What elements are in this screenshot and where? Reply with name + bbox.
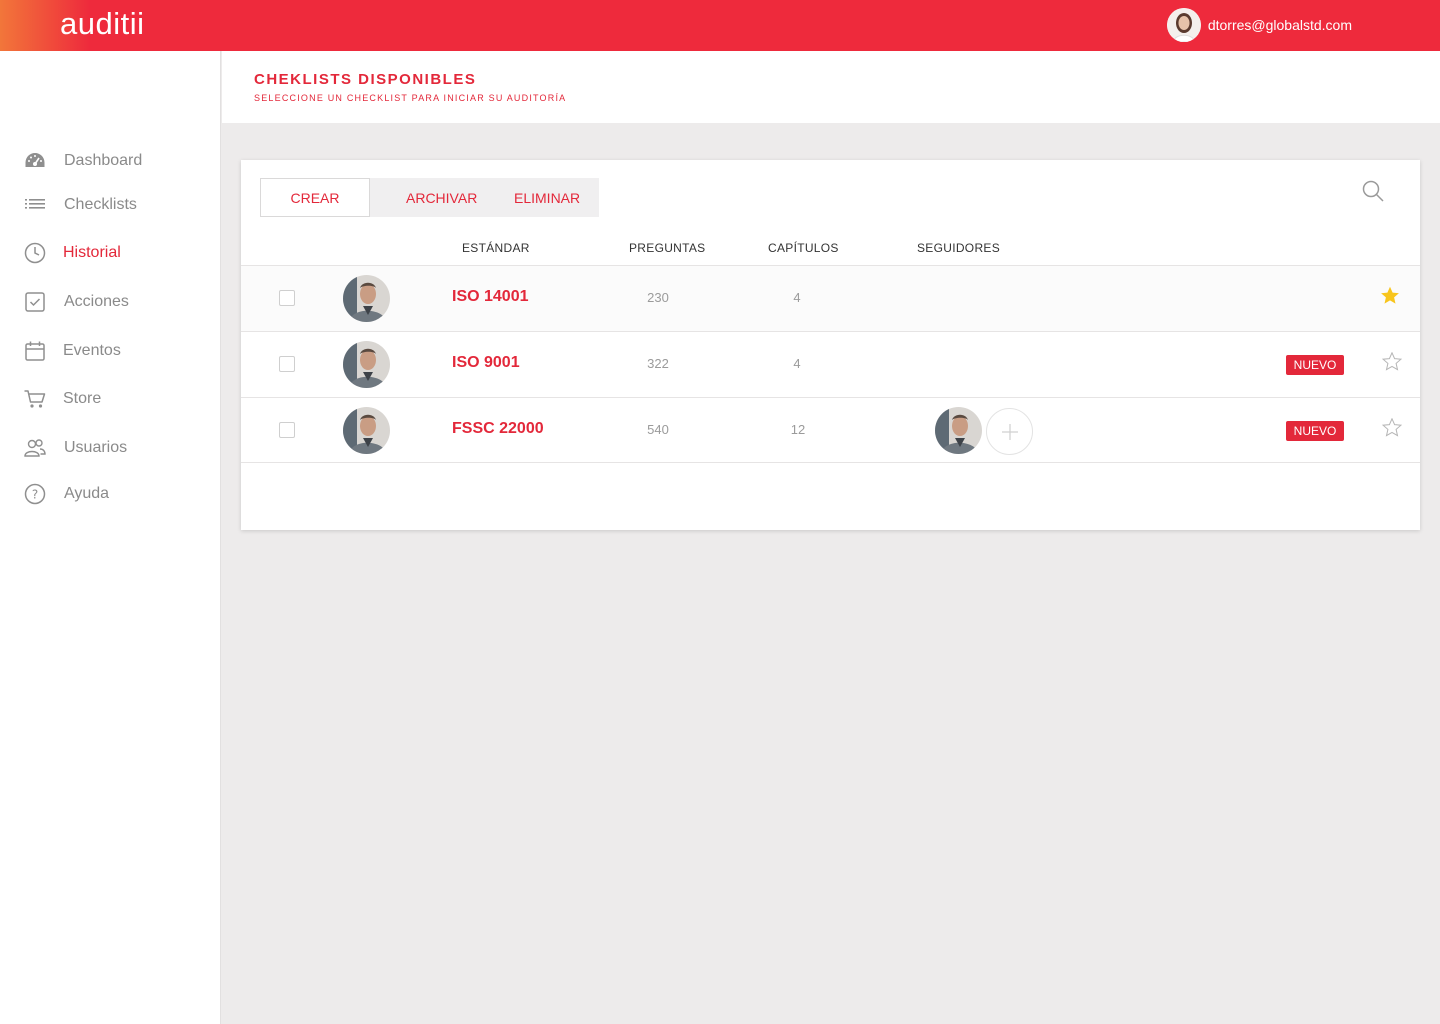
new-badge: NUEVO: [1286, 421, 1344, 441]
creator-avatar: [343, 341, 390, 388]
calendar-icon: [24, 340, 46, 362]
user-avatar[interactable]: [1166, 8, 1201, 42]
list-icon: [24, 194, 46, 216]
crear-button[interactable]: CREAR: [260, 178, 370, 217]
sidebar-item-label: Historial: [63, 244, 121, 261]
app-logo[interactable]: auditii: [60, 6, 145, 42]
dashboard-icon: [24, 150, 46, 172]
sidebar-item-checklists[interactable]: Checklists: [24, 193, 137, 217]
sidebar-item-label: Eventos: [63, 342, 121, 359]
page-title: CHEKLISTS DISPONIBLES: [254, 71, 477, 88]
sidebar-item-dashboard[interactable]: Dashboard: [24, 149, 142, 173]
preguntas-count: 540: [647, 422, 669, 437]
new-badge: NUEVO: [1286, 355, 1344, 375]
user-menu[interactable]: dtorres@globalstd.com: [1166, 8, 1352, 42]
action-toolbar: CREAR ARCHIVAR ELIMINAR: [260, 178, 599, 217]
column-header-preguntas[interactable]: PREGUNTAS: [629, 241, 706, 255]
table-row[interactable]: ISO 14001 230 4: [241, 265, 1420, 331]
sidebar-item-label: Store: [63, 390, 102, 407]
clock-icon: [24, 242, 46, 264]
sidebar-item-usuarios[interactable]: Usuarios: [24, 436, 127, 460]
sidebar-item-ayuda[interactable]: ? Ayuda: [24, 482, 109, 506]
sidebar-item-historial[interactable]: Historial: [24, 241, 121, 265]
sidebar-item-acciones[interactable]: Acciones: [24, 290, 129, 314]
standard-name[interactable]: ISO 9001: [452, 354, 520, 372]
sidebar-item-label: Dashboard: [64, 152, 143, 169]
checkbox-icon: [24, 291, 46, 313]
search-icon[interactable]: [1362, 180, 1384, 207]
svg-text:?: ?: [32, 488, 38, 502]
help-icon: ?: [24, 483, 46, 505]
creator-avatar: [343, 407, 390, 454]
top-bar: auditii dtorres@globalstd.com: [0, 0, 1440, 51]
capitulos-count: 4: [793, 290, 801, 305]
standard-name[interactable]: FSSC 22000: [452, 420, 544, 438]
table-row[interactable]: ISO 9001 322 4 NUEVO: [241, 331, 1420, 397]
sidebar-item-label: Ayuda: [64, 485, 110, 502]
follower-avatar[interactable]: [935, 407, 982, 454]
star-filled-icon[interactable]: [1380, 286, 1400, 310]
row-checkbox[interactable]: [279, 422, 295, 438]
preguntas-count: 322: [647, 356, 669, 371]
preguntas-count: 230: [647, 290, 669, 305]
eliminar-button[interactable]: ELIMINAR: [514, 178, 580, 217]
users-icon: [24, 437, 46, 459]
user-email[interactable]: dtorres@globalstd.com: [1208, 17, 1352, 33]
archivar-button[interactable]: ARCHIVAR: [406, 178, 477, 217]
page-subtitle: SELECCIONE UN CHECKLIST PARA INICIAR SU …: [254, 93, 567, 103]
checklists-card: CREAR ARCHIVAR ELIMINAR ESTÁNDAR PREGUNT…: [241, 160, 1420, 530]
sidebar-item-label: Acciones: [64, 293, 129, 310]
row-checkbox[interactable]: [279, 290, 295, 306]
page-header: CHEKLISTS DISPONIBLES SELECCIONE UN CHEC…: [222, 51, 1440, 123]
column-header-capitulos[interactable]: CAPÍTULOS: [768, 241, 839, 255]
cart-icon: [24, 388, 46, 410]
sidebar-item-eventos[interactable]: Eventos: [24, 339, 121, 363]
star-outline-icon[interactable]: [1381, 351, 1403, 376]
plus-icon: [1001, 423, 1018, 440]
sidebar-item-store[interactable]: Store: [24, 387, 101, 411]
capitulos-count: 12: [790, 422, 806, 437]
add-follower-button[interactable]: [986, 408, 1033, 455]
table-row[interactable]: FSSC 22000 540 12 NUEVO: [241, 397, 1420, 463]
creator-avatar: [343, 275, 390, 322]
standard-name[interactable]: ISO 14001: [452, 288, 529, 306]
star-outline-icon[interactable]: [1381, 417, 1403, 442]
column-header-estandar[interactable]: ESTÁNDAR: [462, 241, 530, 255]
sidebar-item-label: Checklists: [64, 196, 137, 213]
sidebar-item-label: Usuarios: [64, 439, 128, 456]
column-header-seguidores[interactable]: SEGUIDORES: [917, 241, 1000, 255]
capitulos-count: 4: [793, 356, 801, 371]
row-checkbox[interactable]: [279, 356, 295, 372]
sidebar: Dashboard Checklists Historial Acciones …: [0, 51, 221, 1024]
